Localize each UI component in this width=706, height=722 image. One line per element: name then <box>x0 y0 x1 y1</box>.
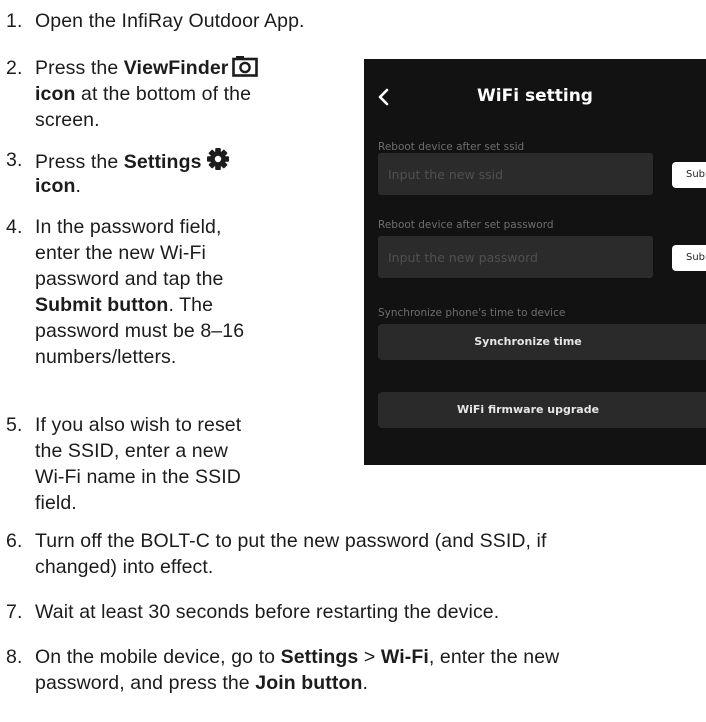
join-button-label: Join button <box>255 672 363 694</box>
step-text: If you also wish to reset <box>35 414 242 436</box>
step-number: 2. <box>6 57 23 79</box>
step-text: Press the <box>35 151 124 173</box>
step-text: password, and press the <box>35 672 256 694</box>
wifi-setting-screenshot: WiFi setting Reboot device after set ssi… <box>364 59 706 465</box>
step-text: . The <box>168 294 214 316</box>
step-text: On the mobile device, go to <box>35 646 281 668</box>
step-text: . <box>75 175 82 197</box>
ssid-field[interactable] <box>378 153 653 195</box>
step-text: Wait at least 30 seconds before restarti… <box>35 601 500 623</box>
wifi-label: Wi-Fi <box>380 646 429 668</box>
sync-section-label: Synchronize phone's time to device <box>378 307 566 319</box>
step-text: at the bottom of the <box>75 83 252 105</box>
submit-button-label: Submit button <box>35 294 169 316</box>
step-text: the SSID, enter a new <box>35 440 228 462</box>
step-text: changed) into effect. <box>35 556 214 578</box>
step-text: > <box>358 646 381 668</box>
wifi-firmware-upgrade-button[interactable]: WiFi firmware upgrade <box>378 392 706 428</box>
viewfinder-label: ViewFinder <box>123 57 229 79</box>
synchronize-time-button[interactable]: Synchronize time <box>378 324 706 360</box>
gear-icon <box>206 147 230 178</box>
step-text: field. <box>35 492 77 514</box>
password-section-label: Reboot device after set password <box>378 219 554 231</box>
step-text: enter the new Wi-Fi <box>35 242 206 264</box>
step-text: password must be 8–16 <box>35 320 245 342</box>
icon-word: icon <box>35 83 76 105</box>
step-number: 3. <box>6 149 23 171</box>
page-title: WiFi setting <box>477 86 593 106</box>
step-text: , enter the new <box>428 646 560 668</box>
password-submit-button[interactable]: Submit <box>672 245 706 271</box>
step-number: 6. <box>6 530 23 552</box>
step-number: 7. <box>6 601 23 623</box>
step-text: screen. <box>35 109 100 131</box>
step-number: 5. <box>6 414 23 436</box>
step-text: In the password field, <box>35 216 222 238</box>
step-number: 4. <box>6 216 23 238</box>
password-input[interactable] <box>378 236 653 278</box>
step-number: 8. <box>6 646 23 668</box>
step-text: password and tap the <box>35 268 224 290</box>
camera-icon <box>232 55 259 84</box>
step-number: 1. <box>6 10 23 32</box>
password-field[interactable] <box>378 236 653 278</box>
step-text: Open the InfiRay Outdoor App. <box>35 10 305 32</box>
icon-word: icon <box>35 175 76 197</box>
step-text: Wi-Fi name in the SSID <box>35 466 241 488</box>
ssid-section-label: Reboot device after set ssid <box>378 141 525 153</box>
step-text: Turn off the BOLT-C to put the new passw… <box>35 530 547 552</box>
step-text: Press the <box>35 57 124 79</box>
ssid-submit-button[interactable]: Submit <box>672 162 706 188</box>
settings-label: Settings <box>123 151 202 173</box>
settings-label: Settings <box>280 646 359 668</box>
step-text: numbers/letters. <box>35 346 177 368</box>
step-text: . <box>362 672 369 694</box>
ssid-input[interactable] <box>378 153 653 195</box>
phone-header: WiFi setting <box>364 59 706 141</box>
